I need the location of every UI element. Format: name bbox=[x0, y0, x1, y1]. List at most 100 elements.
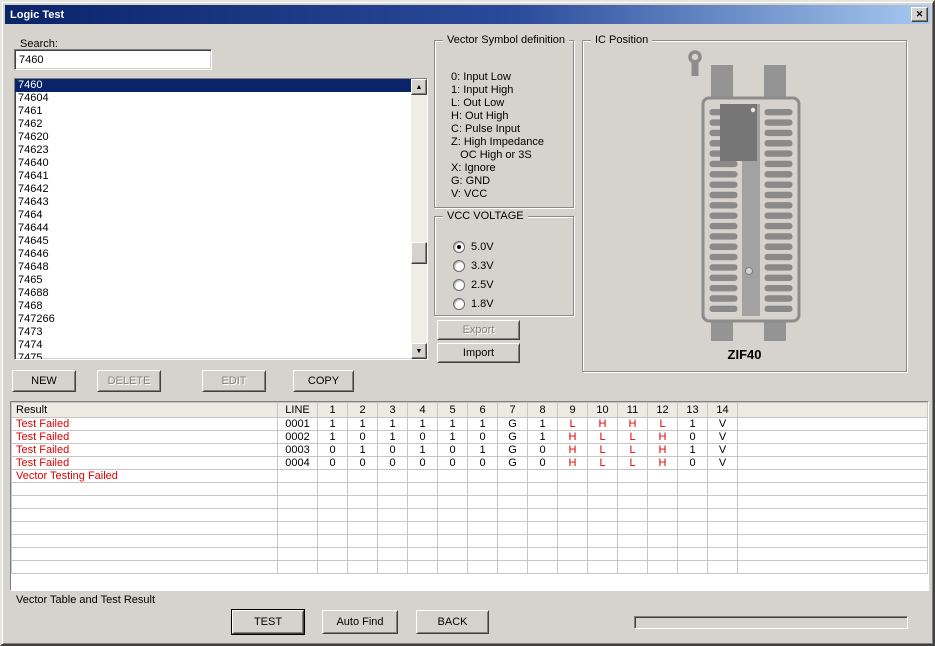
device-list-items: 7460746047461746274620746237464074641746… bbox=[15, 79, 411, 359]
vector-cell bbox=[378, 483, 408, 496]
vector-cell bbox=[678, 561, 708, 574]
table-row[interactable]: Test Failed0002101010G1HLLH0V bbox=[12, 431, 928, 444]
radio-button-icon[interactable] bbox=[453, 260, 465, 272]
vector-cell bbox=[678, 470, 708, 483]
scroll-down-button[interactable]: ▼ bbox=[411, 343, 427, 359]
vector-cell bbox=[348, 548, 378, 561]
vector-symbol-lines: 0: Input Low1: Input HighL: Out LowH: Ou… bbox=[451, 71, 544, 201]
close-icon: ✕ bbox=[916, 9, 924, 20]
table-row[interactable] bbox=[12, 496, 928, 509]
vector-cell bbox=[438, 509, 468, 522]
vector-cell: L bbox=[618, 444, 648, 457]
column-header: 12 bbox=[648, 403, 678, 418]
vector-symbol-line: H: Out High bbox=[451, 110, 544, 123]
list-item[interactable]: 74642 bbox=[15, 183, 411, 196]
vector-cell bbox=[588, 483, 618, 496]
vector-cell bbox=[648, 483, 678, 496]
list-item[interactable]: 747266 bbox=[15, 313, 411, 326]
vector-cell: V bbox=[708, 431, 738, 444]
vector-symbol-line: X: Ignore bbox=[451, 162, 544, 175]
list-item[interactable]: 7475 bbox=[15, 352, 411, 359]
list-item[interactable]: 74640 bbox=[15, 157, 411, 170]
vector-cell bbox=[648, 496, 678, 509]
scroll-thumb[interactable] bbox=[411, 242, 427, 264]
vector-cell: 1 bbox=[678, 444, 708, 457]
vector-cell bbox=[528, 548, 558, 561]
vector-cell bbox=[468, 522, 498, 535]
table-row[interactable] bbox=[12, 483, 928, 496]
vector-cell bbox=[708, 496, 738, 509]
list-item[interactable]: 7468 bbox=[15, 300, 411, 313]
list-item[interactable]: 74641 bbox=[15, 170, 411, 183]
column-header: 1 bbox=[318, 403, 348, 418]
vector-cell: 0 bbox=[318, 457, 348, 470]
filler-cell bbox=[738, 444, 928, 457]
device-listbox[interactable]: 7460746047461746274620746237464074641746… bbox=[14, 78, 428, 360]
vector-cell: 0 bbox=[468, 457, 498, 470]
list-scrollbar[interactable]: ▲ ▼ bbox=[411, 79, 427, 359]
import-button[interactable]: Import bbox=[437, 343, 520, 363]
radio-button-icon[interactable] bbox=[453, 241, 465, 253]
vcc-option[interactable]: 3.3V bbox=[453, 256, 494, 275]
radio-button-icon[interactable] bbox=[453, 298, 465, 310]
list-item[interactable]: 74643 bbox=[15, 196, 411, 209]
list-item[interactable]: 74644 bbox=[15, 222, 411, 235]
table-row[interactable] bbox=[12, 548, 928, 561]
test-button[interactable]: TEST bbox=[232, 610, 304, 634]
filler-cell bbox=[738, 522, 928, 535]
table-row[interactable] bbox=[12, 561, 928, 574]
list-item[interactable]: 74648 bbox=[15, 261, 411, 274]
list-item[interactable]: 74620 bbox=[15, 131, 411, 144]
vector-cell bbox=[408, 496, 438, 509]
vector-cell bbox=[618, 522, 648, 535]
table-row[interactable]: Test Failed0003010101G0HLLH1V bbox=[12, 444, 928, 457]
column-header: 2 bbox=[348, 403, 378, 418]
list-item[interactable]: 7473 bbox=[15, 326, 411, 339]
list-item[interactable]: 7461 bbox=[15, 105, 411, 118]
list-item[interactable]: 74688 bbox=[15, 287, 411, 300]
search-input[interactable]: 7460 bbox=[14, 49, 212, 70]
scroll-up-button[interactable]: ▲ bbox=[411, 79, 427, 95]
table-row[interactable] bbox=[12, 535, 928, 548]
vcc-option[interactable]: 5.0V bbox=[453, 237, 494, 256]
vector-cell bbox=[558, 470, 588, 483]
vector-symbol-line: OC High or 3S bbox=[451, 149, 544, 162]
radio-button-icon[interactable] bbox=[453, 279, 465, 291]
list-item[interactable]: 74604 bbox=[15, 92, 411, 105]
vector-cell: H bbox=[558, 431, 588, 444]
new-button[interactable]: NEW bbox=[12, 370, 76, 392]
footer-status-label: Vector Table and Test Result bbox=[16, 594, 155, 606]
title-bar[interactable]: Logic Test ✕ bbox=[5, 5, 930, 24]
vcc-option[interactable]: 1.8V bbox=[453, 294, 494, 313]
auto-find-button[interactable]: Auto Find bbox=[322, 610, 398, 634]
logic-test-window: Logic Test ✕ Search: 7460 74607460474617… bbox=[0, 0, 935, 646]
list-item[interactable]: 74646 bbox=[15, 248, 411, 261]
vector-cell: H bbox=[588, 418, 618, 431]
table-row[interactable] bbox=[12, 509, 928, 522]
vector-cell: G bbox=[498, 457, 528, 470]
copy-button[interactable]: COPY bbox=[293, 370, 354, 392]
table-row[interactable] bbox=[12, 522, 928, 535]
vector-cell: L bbox=[648, 418, 678, 431]
list-item[interactable]: 7464 bbox=[15, 209, 411, 222]
vector-cell bbox=[468, 470, 498, 483]
back-button[interactable]: BACK bbox=[416, 610, 489, 634]
table-row[interactable]: Vector Testing Failed bbox=[12, 470, 928, 483]
vector-table-wrap[interactable]: ResultLINE1234567891011121314Test Failed… bbox=[10, 401, 929, 591]
ic-position-group-title: IC Position bbox=[591, 33, 652, 47]
vector-cell bbox=[348, 483, 378, 496]
list-item[interactable]: 7465 bbox=[15, 274, 411, 287]
list-item[interactable]: 7462 bbox=[15, 118, 411, 131]
vector-cell: L bbox=[588, 431, 618, 444]
vector-cell bbox=[708, 470, 738, 483]
table-header-row: ResultLINE1234567891011121314 bbox=[12, 403, 928, 418]
list-item[interactable]: 7474 bbox=[15, 339, 411, 352]
list-item[interactable]: 74645 bbox=[15, 235, 411, 248]
list-item[interactable]: 7460 bbox=[15, 79, 411, 92]
table-row[interactable]: Test Failed0004000000G0HLLH0V bbox=[12, 457, 928, 470]
close-button[interactable]: ✕ bbox=[911, 7, 928, 22]
vcc-option[interactable]: 2.5V bbox=[453, 275, 494, 294]
table-row[interactable]: Test Failed0001111111G1LHHL1V bbox=[12, 418, 928, 431]
vector-cell bbox=[648, 535, 678, 548]
list-item[interactable]: 74623 bbox=[15, 144, 411, 157]
